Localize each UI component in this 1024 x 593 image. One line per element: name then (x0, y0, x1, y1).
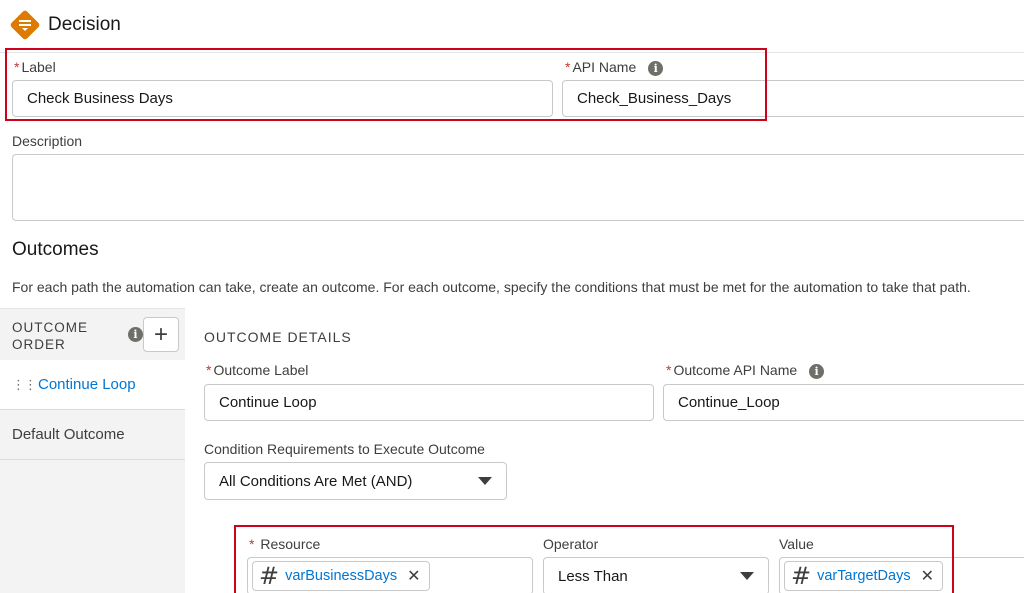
outcome-api-name-field-label: * Outcome API Name i (666, 362, 825, 379)
info-icon[interactable]: i (809, 363, 825, 379)
outcomes-description: For each path the automation can take, c… (12, 279, 971, 295)
description-field-label: Description (12, 133, 83, 149)
outcome-api-name-input[interactable]: Continue_Loop (663, 384, 1024, 421)
outcome-item-continue-loop[interactable]: ⋮⋮ Continue Loop (0, 360, 185, 410)
add-outcome-button[interactable]: + (143, 317, 179, 352)
decision-editor: Decision * Label Check Business Days * API… (0, 0, 1024, 593)
outcome-details-title: OUTCOME DETAILS (204, 329, 352, 345)
drag-handle-icon[interactable]: ⋮⋮ (12, 378, 37, 391)
page-title: Decision (48, 14, 121, 35)
chevron-down-icon (478, 477, 492, 485)
outcome-label-input[interactable]: Continue Loop (204, 384, 654, 421)
decision-icon (8, 8, 42, 42)
info-icon[interactable]: i (128, 327, 143, 342)
condition-requirements-label: Condition Requirements to Execute Outcom… (204, 441, 485, 457)
header: Decision (8, 6, 121, 44)
highlight-box-condition (234, 525, 954, 593)
outcome-label-field-label: * Outcome Label (206, 362, 309, 378)
outcomes-title: Outcomes (12, 239, 99, 260)
outcome-order-panel: OUTCOME ORDER i + ⋮⋮ Continue Loop Defau… (0, 308, 185, 593)
outcome-item-default[interactable]: Default Outcome (0, 410, 185, 460)
condition-requirements-select[interactable]: All Conditions Are Met (AND) (204, 462, 507, 500)
highlight-box-label-fields (5, 48, 767, 121)
outcome-order-label: OUTCOME ORDER (12, 320, 88, 352)
description-textarea[interactable] (12, 154, 1024, 221)
